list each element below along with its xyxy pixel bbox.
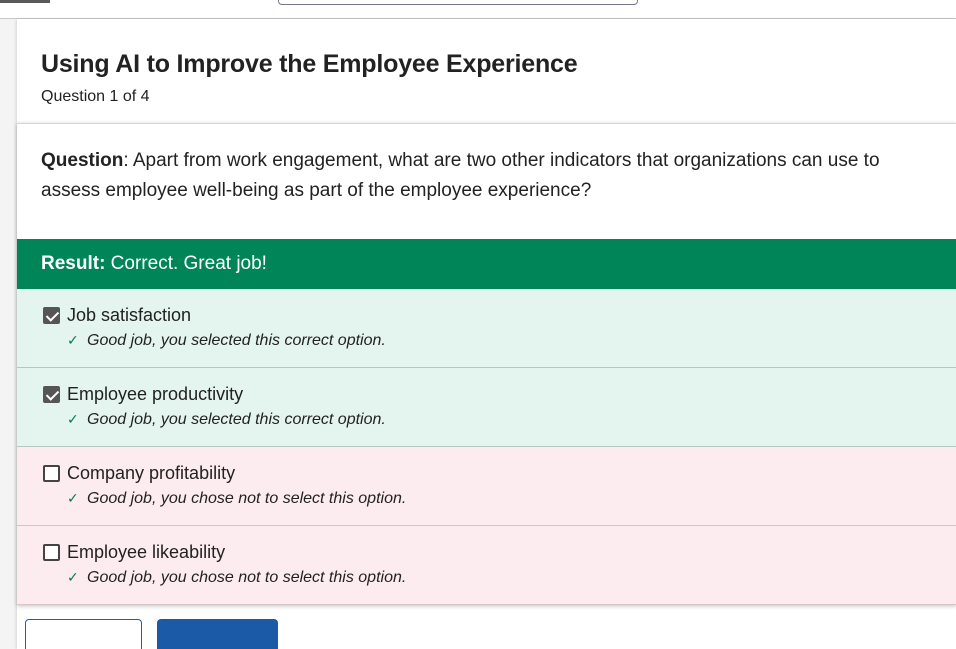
logo xyxy=(0,0,50,3)
checkbox-unchecked-icon[interactable] xyxy=(43,465,60,482)
secondary-button[interactable] xyxy=(25,619,142,649)
option-label: Employee productivity xyxy=(67,384,244,404)
question-prefix: Question xyxy=(41,150,124,171)
option-label: Employee likeability xyxy=(67,542,226,562)
check-icon: ✓ xyxy=(67,411,79,427)
option-employee-productivity[interactable]: Employee productivity ✓ Good job, you sel… xyxy=(17,368,956,447)
primary-button[interactable] xyxy=(157,619,278,649)
answer-options: Job satisfaction ✓ Good job, you selected… xyxy=(17,289,956,605)
checkbox-checked-icon[interactable] xyxy=(43,386,60,403)
check-icon: ✓ xyxy=(67,569,79,585)
left-gutter xyxy=(0,19,17,649)
option-feedback: ✓ Good job, you selected this correct opt… xyxy=(67,411,386,429)
option-feedback: ✓ Good job, you chose not to select this … xyxy=(67,490,406,508)
checkbox-checked-icon[interactable] xyxy=(43,307,60,324)
result-text: Correct. Great job! xyxy=(105,253,267,274)
option-employee-likeability[interactable]: Employee likeability ✓ Good job, you chos… xyxy=(17,526,956,605)
result-banner: Result: Correct. Great job! xyxy=(17,239,956,289)
feedback-text: Good job, you selected this correct opti… xyxy=(87,332,386,349)
question-card: Question: Apart from work engagement, wh… xyxy=(17,123,956,605)
page-title: Using AI to Improve the Employee Experie… xyxy=(41,50,578,78)
search-input[interactable] xyxy=(278,0,638,5)
checkbox-unchecked-icon[interactable] xyxy=(43,544,60,561)
option-label: Job satisfaction xyxy=(67,305,192,325)
check-icon: ✓ xyxy=(67,490,79,506)
feedback-text: Good job, you chose not to select this o… xyxy=(87,490,407,507)
feedback-text: Good job, you selected this correct opti… xyxy=(87,411,386,428)
question-progress: Question 1 of 4 xyxy=(41,88,150,105)
option-feedback: ✓ Good job, you selected this correct opt… xyxy=(67,332,386,350)
result-prefix: Result: xyxy=(41,253,106,274)
question-text: Question: Apart from work engagement, wh… xyxy=(41,146,941,206)
feedback-text: Good job, you chose not to select this o… xyxy=(87,569,407,586)
check-icon: ✓ xyxy=(67,332,79,348)
option-company-profitability[interactable]: Company profitability ✓ Good job, you cho… xyxy=(17,447,956,526)
option-label: Company profitability xyxy=(67,463,236,483)
option-feedback: ✓ Good job, you chose not to select this … xyxy=(67,569,406,587)
quiz-panel: Using AI to Improve the Employee Experie… xyxy=(17,19,956,649)
question-body: : Apart from work engagement, what are t… xyxy=(41,150,880,201)
top-header xyxy=(0,0,956,19)
option-job-satisfaction[interactable]: Job satisfaction ✓ Good job, you selected… xyxy=(17,289,956,368)
